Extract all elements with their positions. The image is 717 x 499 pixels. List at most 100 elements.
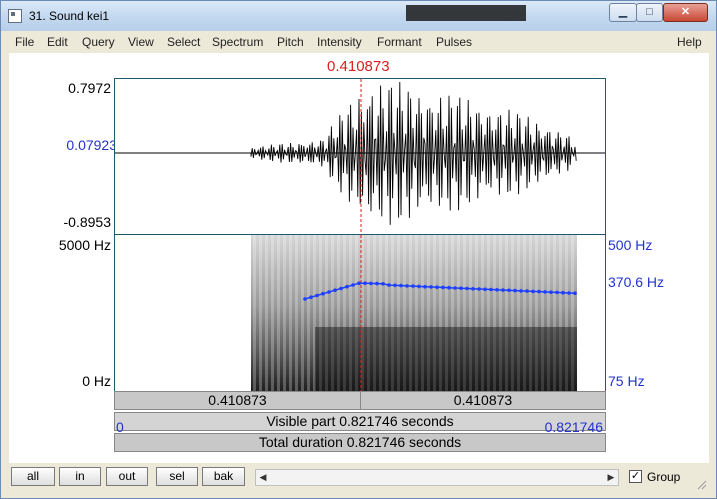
- pitch-point: [501, 288, 505, 292]
- menu-spectrum[interactable]: Spectrum: [212, 35, 263, 49]
- pitch-point: [393, 283, 397, 288]
- waveform-cursor-value-label: 0.07923: [66, 137, 117, 153]
- obscured-region: [406, 5, 526, 21]
- visible-start-label: 0: [116, 419, 124, 435]
- menu-formant[interactable]: Formant: [377, 35, 422, 49]
- spectrogram-freq-min-label: 0 Hz: [82, 373, 111, 389]
- resize-grip-icon[interactable]: [697, 480, 707, 490]
- pitch-point: [531, 289, 535, 294]
- close-button[interactable]: ✕: [663, 3, 708, 22]
- waveform-max-label: 0.7972: [68, 80, 111, 96]
- menu-bar: File Edit Query View Select Spectrum Pit…: [9, 32, 709, 52]
- menu-file[interactable]: File: [15, 35, 34, 49]
- visible-end-label: 0.821746: [544, 419, 603, 435]
- pitch-point: [459, 286, 463, 290]
- pitch-point: [369, 281, 373, 286]
- pitch-point: [447, 285, 451, 290]
- zoom-selection-button[interactable]: sel: [156, 467, 198, 486]
- waveform-plot: [115, 79, 605, 234]
- waveform-signal: [250, 81, 577, 225]
- pitch-point: [405, 284, 409, 288]
- pitch-point: [537, 289, 541, 294]
- pitch-point: [423, 284, 427, 289]
- pitch-point: [399, 283, 403, 288]
- time-scrollbar[interactable]: ◀ ▶: [255, 469, 619, 486]
- pitch-point: [351, 283, 355, 287]
- pitch-point: [387, 283, 391, 287]
- waveform-panel[interactable]: [114, 78, 606, 235]
- pitch-point: [345, 284, 349, 289]
- group-label: Group: [647, 470, 681, 484]
- pitch-point: [441, 285, 445, 290]
- pitch-point: [525, 289, 529, 293]
- pitch-point: [549, 290, 553, 294]
- pitch-point: [315, 293, 319, 298]
- pitch-point: [543, 290, 547, 294]
- app-icon: [8, 9, 22, 23]
- pitch-point: [477, 287, 481, 291]
- pitch-point: [417, 284, 421, 289]
- pitch-point: [495, 288, 499, 292]
- pitch-point: [519, 289, 523, 293]
- spectrogram-panel[interactable]: [114, 235, 606, 391]
- segment-bar[interactable]: 0.410873 0.410873: [114, 391, 606, 410]
- waveform-min-label: -0.8953: [63, 214, 111, 230]
- pitch-point: [555, 290, 559, 295]
- pitch-point: [471, 287, 475, 291]
- menu-intensity[interactable]: Intensity: [317, 35, 362, 49]
- menu-select[interactable]: Select: [167, 35, 200, 49]
- spectrogram-freq-max-label: 5000 Hz: [58, 237, 111, 253]
- segment-left-duration[interactable]: 0.410873: [115, 392, 360, 409]
- pitch-point: [507, 288, 511, 293]
- spectrogram-plot: [251, 235, 577, 391]
- pitch-point: [339, 286, 343, 291]
- menu-pitch[interactable]: Pitch: [277, 35, 304, 49]
- pitch-point: [333, 288, 337, 292]
- window-title: 31. Sound kei1: [29, 9, 110, 23]
- pitch-point: [303, 297, 307, 301]
- editor-canvas[interactable]: 0.410873 0.7972 0.07923 -0.8953 5000 Hz …: [9, 53, 709, 463]
- menu-edit[interactable]: Edit: [47, 35, 68, 49]
- menu-pulses[interactable]: Pulses: [436, 35, 472, 49]
- sound-editor-window: 31. Sound kei1 ▁ □ ✕ File Edit Query Vie…: [0, 0, 717, 499]
- total-duration-label: Total duration 0.821746 seconds: [258, 434, 462, 450]
- group-checkbox[interactable]: ✓: [629, 470, 642, 483]
- pitch-point: [513, 288, 517, 293]
- pitch-point: [309, 295, 313, 299]
- pitch-point: [561, 290, 565, 295]
- pitch-point: [573, 291, 577, 295]
- total-duration-bar[interactable]: Total duration 0.821746 seconds: [114, 433, 606, 452]
- bottom-toolbar: all in out sel bak ◀ ▶ ✓ Group: [9, 464, 709, 492]
- menu-help[interactable]: Help: [677, 35, 702, 49]
- pitch-point: [489, 287, 493, 292]
- spectrogram-voicing-band: [315, 327, 577, 391]
- zoom-in-button[interactable]: in: [59, 467, 101, 486]
- pitch-point: [363, 281, 367, 285]
- title-bar[interactable]: 31. Sound kei1 ▁ □ ✕: [1, 1, 716, 31]
- pitch-point: [567, 291, 571, 295]
- pitch-max-label: 500 Hz: [608, 237, 653, 253]
- zoom-back-button[interactable]: bak: [202, 467, 245, 486]
- pitch-point: [483, 287, 487, 292]
- pitch-point: [435, 285, 439, 289]
- segment-right-duration[interactable]: 0.410873: [361, 392, 605, 409]
- minimize-button[interactable]: ▁: [609, 3, 637, 22]
- zoom-out-button[interactable]: out: [106, 467, 148, 486]
- menu-query[interactable]: Query: [82, 35, 115, 49]
- pitch-min-label: 75 Hz: [608, 373, 645, 389]
- pitch-point: [465, 286, 469, 291]
- pitch-point: [375, 281, 379, 286]
- zoom-all-button[interactable]: all: [11, 467, 55, 486]
- pitch-point: [411, 284, 415, 288]
- pitch-point: [381, 282, 385, 286]
- pitch-point: [429, 285, 433, 289]
- pitch-cursor-label: 370.6 Hz: [608, 274, 665, 290]
- cursor-time-label: 0.410873: [327, 58, 390, 75]
- scroll-left-icon[interactable]: ◀: [256, 470, 270, 485]
- pitch-point: [327, 290, 331, 294]
- menu-view[interactable]: View: [128, 35, 154, 49]
- maximize-button[interactable]: □: [636, 3, 663, 22]
- scroll-right-icon[interactable]: ▶: [604, 470, 618, 485]
- pitch-point: [321, 291, 325, 296]
- pitch-point: [357, 281, 361, 285]
